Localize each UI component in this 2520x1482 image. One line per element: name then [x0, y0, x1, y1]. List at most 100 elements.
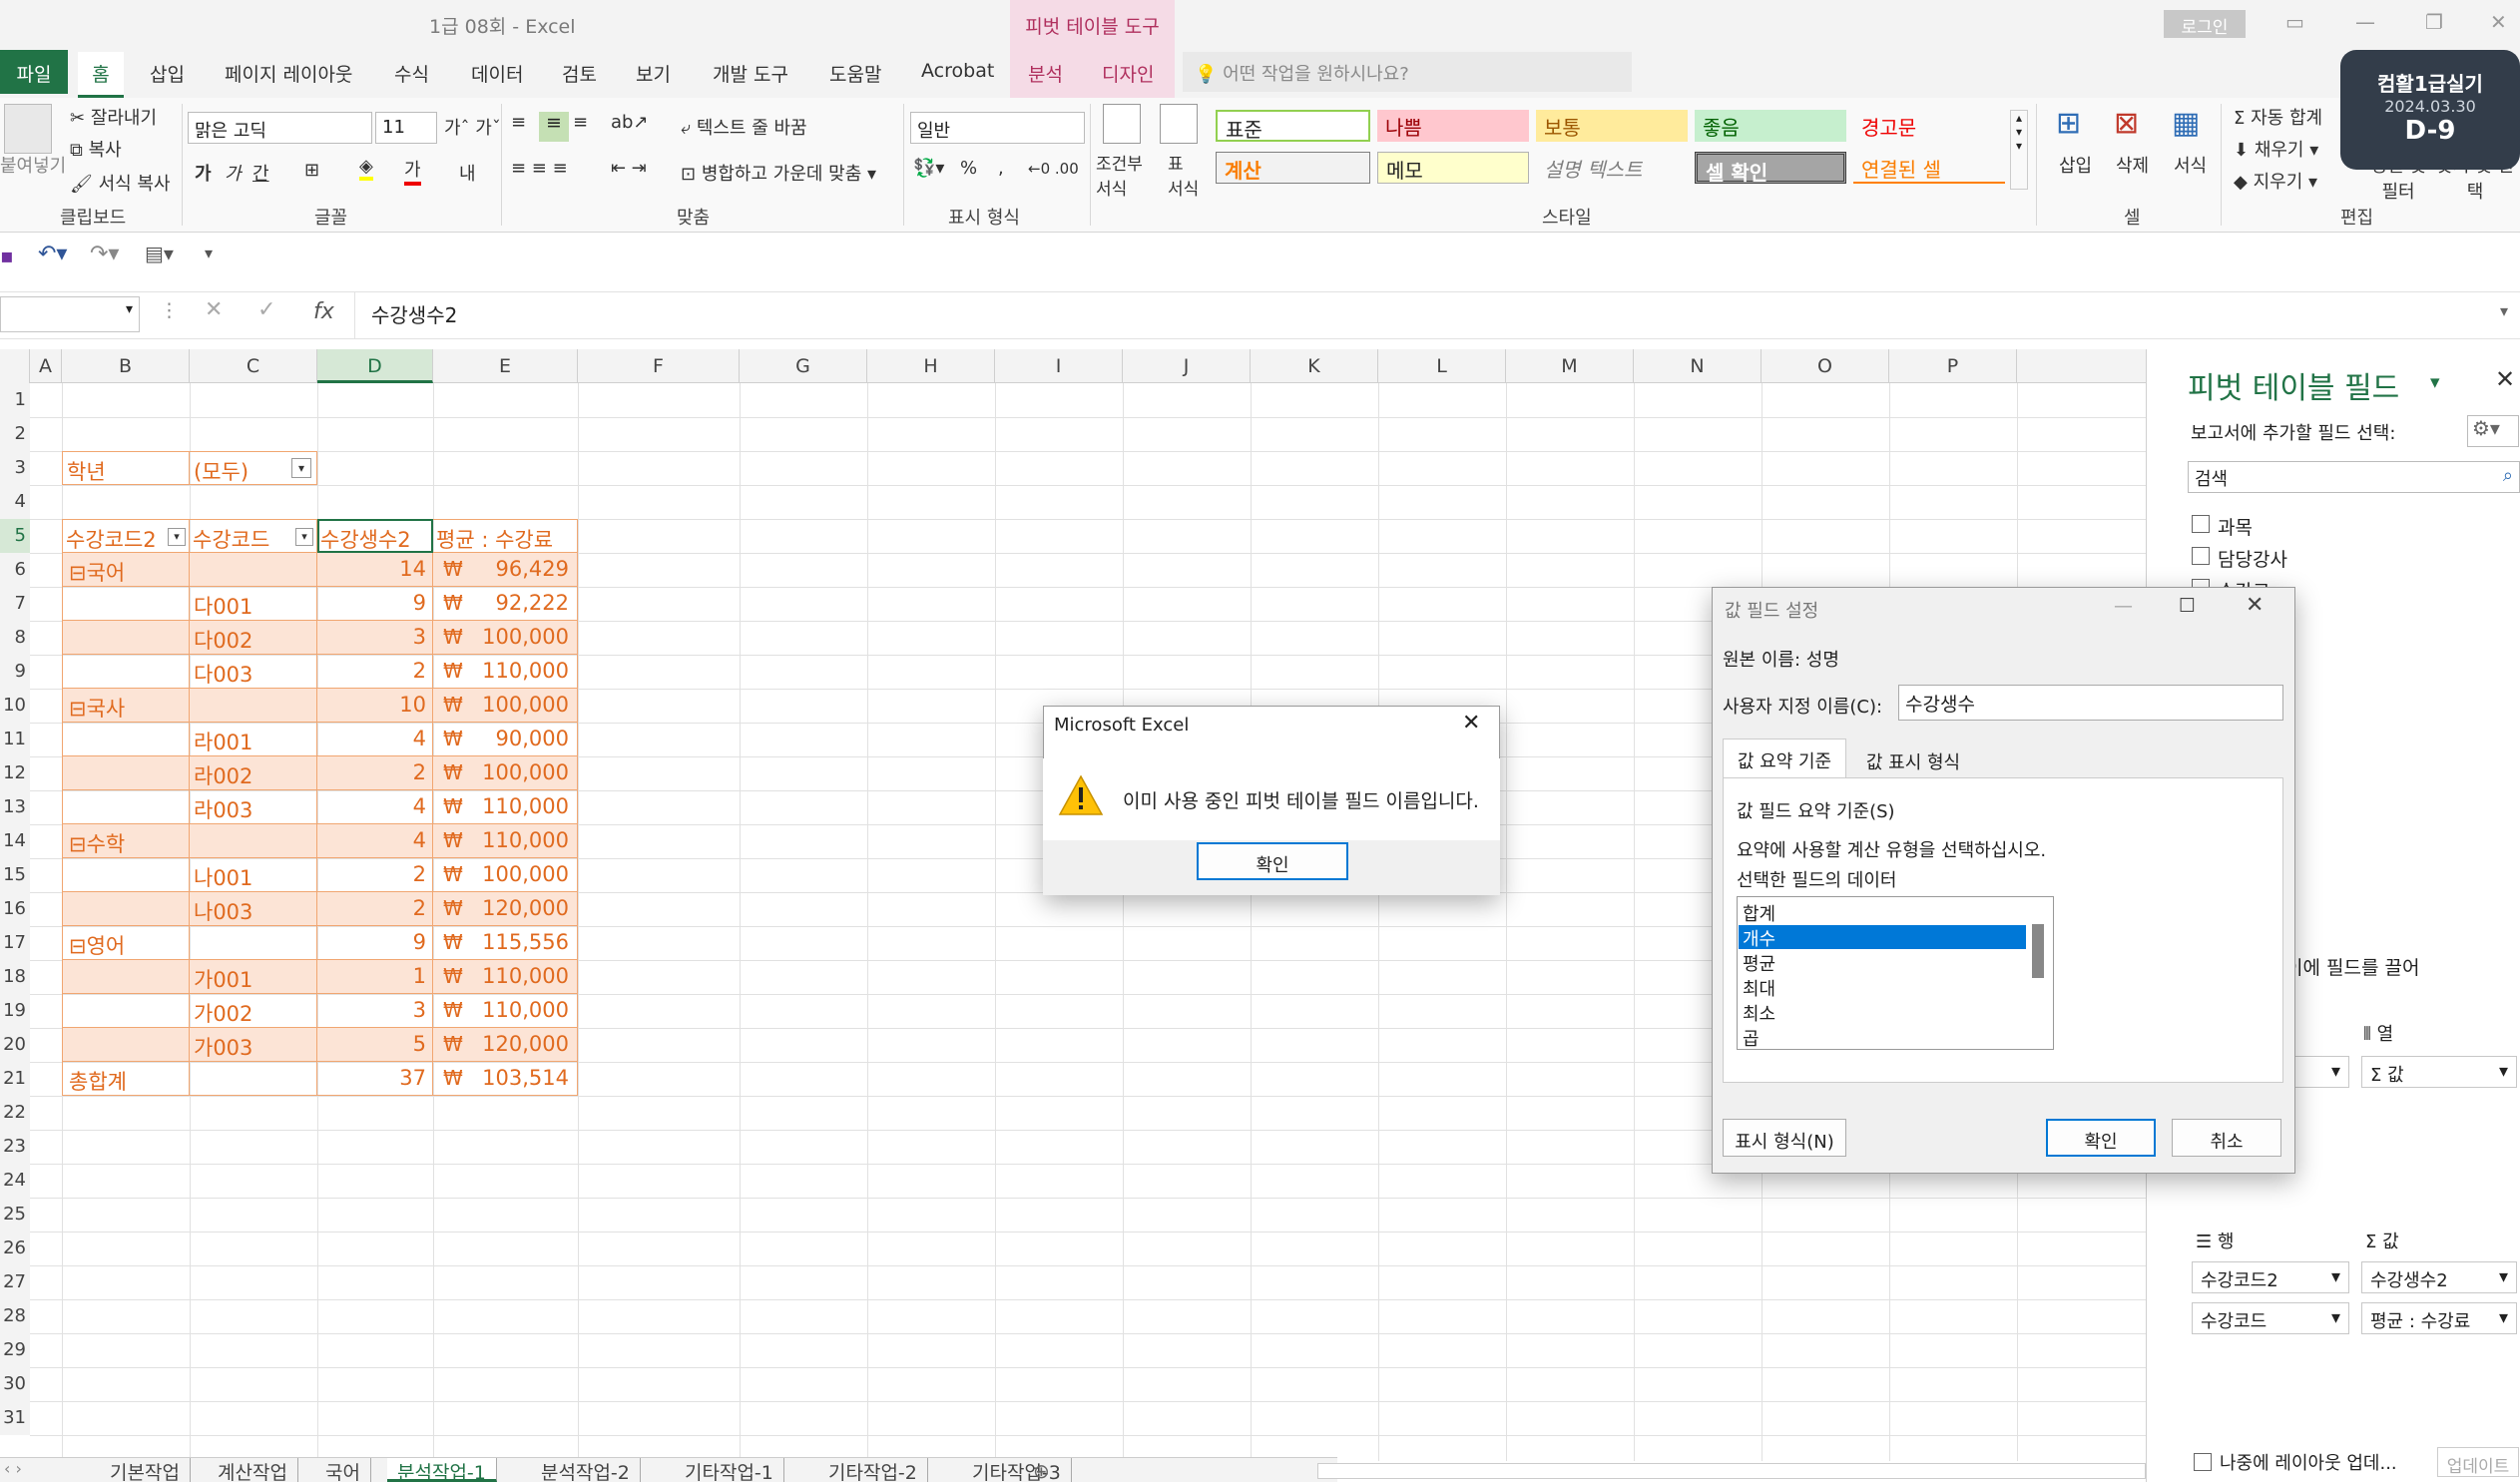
header-filter-icon[interactable]: ▾ — [168, 528, 186, 546]
tab-insert[interactable]: 삽입 — [150, 60, 185, 87]
format-cells-icon[interactable]: ▦ — [2172, 106, 2200, 141]
row-header[interactable]: 26 — [0, 1232, 30, 1265]
row-header[interactable]: 30 — [0, 1367, 30, 1401]
row-header[interactable]: 18 — [0, 960, 30, 994]
cut-button[interactable]: ✂ 잘라내기 — [70, 104, 157, 130]
comma-button[interactable]: , — [998, 158, 1004, 179]
listbox-scrollbar[interactable] — [2032, 924, 2044, 978]
filter-dropdown-icon[interactable]: ▾ — [291, 458, 311, 478]
tab-summarize-by[interactable]: 값 요약 기준 — [1723, 739, 1846, 778]
column-header[interactable]: D — [317, 349, 433, 383]
fill-button[interactable]: ⬇ 채우기 ▾ — [2234, 136, 2318, 162]
value-field-item[interactable]: 평균 : 수강료 ▾ — [2361, 1302, 2517, 1334]
field-checkbox[interactable] — [2192, 515, 2210, 533]
sheet-nav-icon[interactable]: ‹ › — [4, 1459, 22, 1478]
insert-cells-button[interactable]: 삽입 — [2059, 152, 2092, 178]
row-header[interactable]: 2 — [0, 417, 30, 451]
pivot-row-label[interactable] — [62, 858, 190, 892]
font-grow-icon[interactable]: 가ˆ 가ˇ — [444, 114, 501, 140]
style-normal[interactable]: 표준 — [1216, 110, 1370, 142]
column-header[interactable]: B — [62, 349, 190, 383]
cancel-entry-icon[interactable]: ✕ — [205, 297, 223, 322]
pivot-header[interactable]: 평균 : 수강료 — [433, 519, 578, 553]
sheet-tab[interactable]: 국어 — [315, 1458, 371, 1482]
conditional-format-icon[interactable] — [1103, 104, 1141, 144]
field-checkbox[interactable] — [2192, 547, 2210, 565]
login-button[interactable]: 로그인 — [2164, 10, 2246, 38]
insert-function-icon[interactable]: fx — [313, 299, 334, 324]
tab-page-layout[interactable]: 페이지 레이아웃 — [225, 60, 352, 87]
style-gallery-scroll[interactable]: ▴ ▾ ▾ — [2010, 110, 2028, 190]
summarize-option[interactable]: 평균 — [1739, 950, 2026, 975]
pivot-row-label[interactable] — [62, 960, 190, 994]
align-bottom-icon[interactable]: ≡ — [573, 112, 588, 133]
tab-help[interactable]: 도움말 — [829, 60, 881, 87]
form-icon[interactable]: ▤▾ — [145, 242, 174, 265]
tab-developer[interactable]: 개발 도구 — [713, 60, 788, 87]
pivot-row-label[interactable] — [62, 723, 190, 756]
name-box[interactable]: ▾ — [0, 296, 140, 332]
maximize-icon[interactable]: ☐ — [2179, 595, 2196, 617]
column-header[interactable]: C — [190, 349, 317, 383]
sheet-tab[interactable]: 계산작업 — [208, 1458, 298, 1482]
clear-button[interactable]: ◆ 지우기 ▾ — [2234, 168, 2317, 194]
update-button[interactable]: 업데이트 — [2437, 1447, 2519, 1477]
summarize-option[interactable]: 개수 — [1739, 925, 2026, 950]
row-header[interactable]: 28 — [0, 1299, 30, 1333]
tab-view[interactable]: 보기 — [636, 60, 671, 87]
style-check-cell[interactable]: 셀 확인 — [1695, 152, 1846, 185]
undo-icon[interactable]: ↶▾ — [38, 242, 67, 266]
column-header[interactable]: O — [1762, 349, 1889, 383]
column-header[interactable]: N — [1634, 349, 1762, 383]
pivot-row-label[interactable]: ⊟수학 — [62, 824, 190, 858]
currency-icon[interactable]: 💱▾ — [913, 158, 944, 179]
formula-input[interactable]: 수강생수2 — [371, 299, 457, 328]
font-color-icon[interactable]: 가 — [404, 156, 421, 186]
row-field-item[interactable]: 수강코드2 ▾ — [2192, 1261, 2349, 1293]
style-memo[interactable]: 메모 — [1377, 152, 1529, 184]
tab-data[interactable]: 데이터 — [471, 60, 523, 87]
close-icon[interactable]: ✕ — [1462, 711, 1480, 736]
decimal-icon[interactable]: ←0 .00 — [1028, 160, 1079, 178]
column-header[interactable]: H — [867, 349, 995, 383]
row-header[interactable]: 17 — [0, 926, 30, 960]
row-header[interactable]: 11 — [0, 723, 30, 756]
wrap-text-button[interactable]: ⤶ 텍스트 줄 바꿈 — [681, 114, 807, 140]
style-warning[interactable]: 경고문 — [1853, 110, 2005, 142]
row-header[interactable]: 10 — [0, 689, 30, 723]
msgbox-ok-button[interactable]: 확인 — [1197, 842, 1348, 880]
add-sheet-icon[interactable]: ⊕ — [1033, 1459, 1050, 1482]
sheet-tab[interactable]: 분석작업-2 — [531, 1458, 641, 1482]
row-header[interactable]: 29 — [0, 1333, 30, 1367]
vfs-cancel-button[interactable]: 취소 — [2172, 1119, 2281, 1157]
save-icon[interactable]: ▪ — [0, 244, 14, 267]
tab-file[interactable]: 파일 — [0, 50, 68, 94]
conditional-format-button[interactable]: 조건부 서식 — [1096, 150, 1152, 200]
sheet-tab[interactable]: 기타작업-3 — [962, 1458, 1072, 1482]
align-middle-icon[interactable]: ≡ — [539, 112, 569, 142]
sheet-tab[interactable]: 기타작업-2 — [818, 1458, 928, 1482]
row-header[interactable]: 5 — [0, 519, 30, 553]
pivot-row-label[interactable] — [62, 1028, 190, 1062]
restore-icon[interactable]: ❐ — [2425, 10, 2443, 34]
pivot-row-label[interactable]: ⊟국어 — [62, 553, 190, 587]
row-header[interactable]: 1 — [0, 383, 30, 417]
column-header[interactable]: K — [1251, 349, 1378, 383]
pivot-row-label[interactable] — [62, 756, 190, 790]
summarize-option[interactable]: 최대 — [1739, 975, 2026, 1000]
row-header[interactable]: 13 — [0, 790, 30, 824]
row-header[interactable]: 3 — [0, 451, 30, 485]
copy-button[interactable]: ⧉ 복사 — [70, 136, 122, 162]
close-panel-icon[interactable]: ✕ — [2495, 365, 2515, 393]
row-header[interactable]: 4 — [0, 485, 30, 519]
defer-update-checkbox[interactable] — [2194, 1453, 2212, 1471]
table-format-icon[interactable] — [1160, 104, 1198, 144]
delete-cells-button[interactable]: 삭제 — [2116, 152, 2149, 178]
insert-cells-icon[interactable]: ⊞ — [2056, 106, 2081, 141]
row-header[interactable]: 7 — [0, 587, 30, 621]
pivot-row-label[interactable] — [62, 621, 190, 655]
number-format-combo[interactable]: 일반 — [910, 112, 1085, 144]
value-field-item[interactable]: 수강생수2 ▾ — [2361, 1261, 2517, 1293]
sheet-tab[interactable]: 분석작업-1 — [387, 1458, 497, 1482]
style-neutral[interactable]: 보통 — [1536, 110, 1688, 142]
